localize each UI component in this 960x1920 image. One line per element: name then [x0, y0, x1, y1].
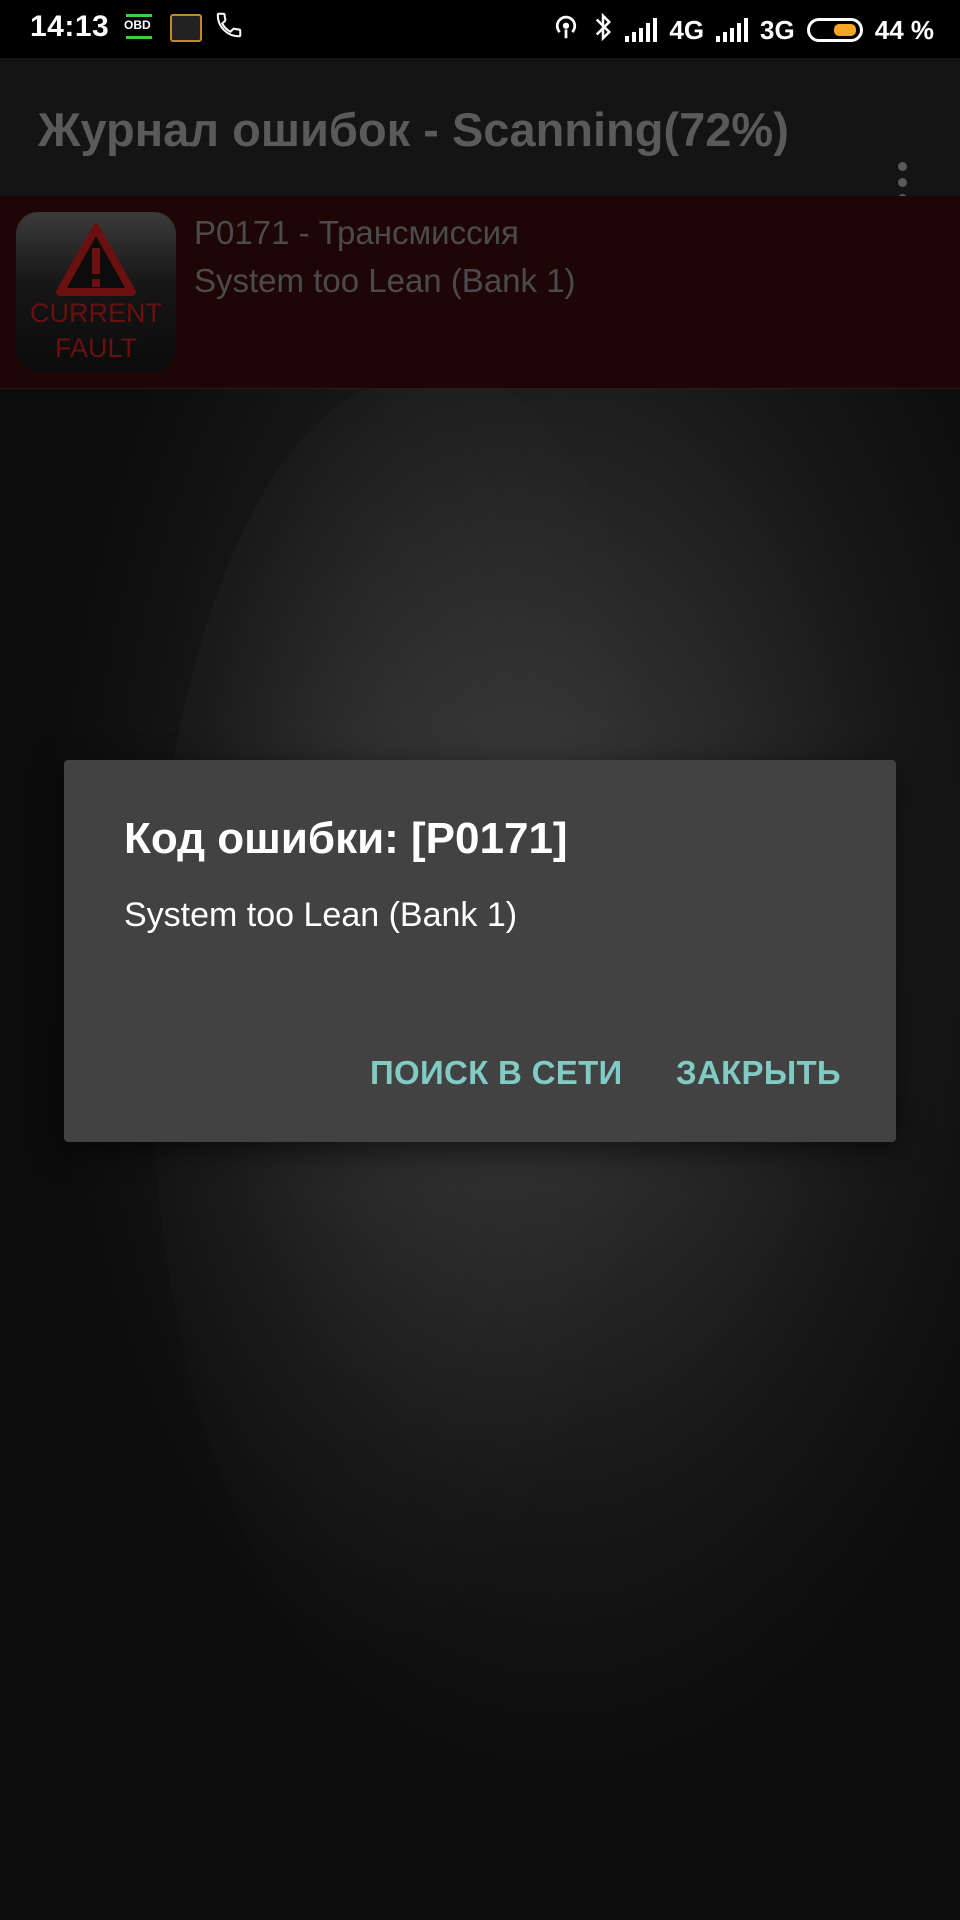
network-4g-label: 4G — [669, 14, 705, 45]
fault-description: System too Lean (Bank 1) — [194, 262, 576, 299]
hotspot-icon — [551, 12, 581, 49]
list-item[interactable]: CURRENT FAULT P0171 - Трансмиссия System… — [0, 196, 960, 389]
fault-code-title: P0171 - Трансмиссия — [194, 214, 519, 251]
close-button[interactable]: ЗАКРЫТЬ — [676, 1054, 841, 1092]
status-bar: 14:13 OBD 4G 3G 44 % — [0, 0, 960, 58]
signal-icon — [625, 18, 658, 42]
dialog-title: Код ошибки: [P0171] — [124, 814, 568, 863]
obd-label: OBD — [124, 18, 151, 32]
signal-icon-2 — [716, 18, 749, 42]
status-time: 14:13 — [30, 10, 110, 43]
app-bar: Журнал ошибок - Scanning(72%) — [0, 58, 960, 203]
page-title: Журнал ошибок - Scanning(72%) — [38, 103, 789, 156]
battery-percent: 44 % — [874, 14, 934, 45]
network-3g-label: 3G — [760, 14, 795, 45]
car-app-icon — [170, 14, 202, 42]
fault-icon-label-line1: CURRENT — [30, 298, 162, 328]
search-online-button[interactable]: ПОИСК В СЕТИ — [370, 1054, 623, 1092]
fault-icon-label-line2: FAULT — [54, 333, 137, 363]
bluetooth-icon — [593, 12, 613, 49]
obd-transfer-icon: OBD — [124, 14, 156, 42]
current-fault-icon: CURRENT FAULT — [16, 212, 176, 372]
phone-call-icon — [214, 10, 244, 47]
battery-icon — [806, 18, 863, 42]
warning-triangle-icon — [56, 224, 136, 296]
dialog-message: System too Lean (Bank 1) — [124, 896, 518, 934]
error-code-dialog: Код ошибки: [P0171] System too Lean (Ban… — [64, 760, 896, 1142]
